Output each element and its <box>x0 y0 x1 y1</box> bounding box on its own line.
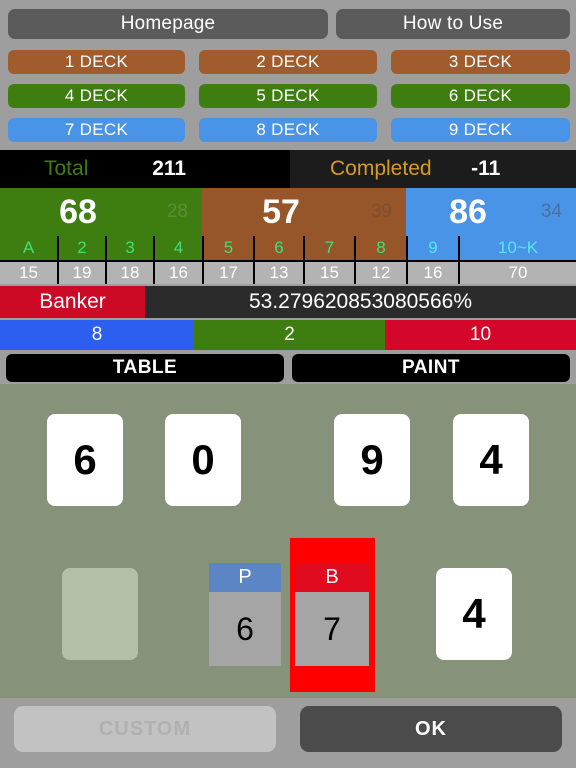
player-hand-value: 6 <box>209 592 281 666</box>
deck-button-9-label: 9 DECK <box>448 120 513 139</box>
rank-count-strip: A 15 2 19 3 18 4 16 5 17 6 13 7 15 8 12 <box>0 236 576 284</box>
paint-button-label: PAINT <box>401 357 461 378</box>
mode-bar: TABLE PAINT <box>0 354 576 382</box>
rank-count-5: 17 <box>204 260 253 284</box>
how-to-use-button[interactable]: How to Use <box>336 9 570 39</box>
rank-count-2: 19 <box>59 260 105 284</box>
rank-label-9: 9 <box>408 236 458 260</box>
card-slot-row2-empty[interactable] <box>62 568 138 660</box>
banker-hand-selection-highlight[interactable]: B 7 <box>290 538 375 692</box>
rank-cell-ten-to-king[interactable]: 10~K 70 <box>458 236 576 284</box>
rank-count-ten-to-king: 70 <box>460 260 576 284</box>
rank-label-5: 5 <box>204 236 253 260</box>
deck-selector-grid: 1 DECK 2 DECK 3 DECK 4 DECK 5 DECK 6 DEC… <box>0 47 576 148</box>
group-counter-high-sub: 34 <box>540 201 562 222</box>
outcome-player-count[interactable]: 8 <box>0 320 194 350</box>
outcome-tie-count[interactable]: 2 <box>194 320 385 350</box>
outcome-banker-count[interactable]: 10 <box>385 320 576 350</box>
banker-tag: Banker <box>0 286 145 318</box>
deck-button-3[interactable]: 3 DECK <box>391 50 570 74</box>
rank-cell-9[interactable]: 9 16 <box>406 236 458 284</box>
deck-button-7[interactable]: 7 DECK <box>8 118 185 142</box>
rank-label-a: A <box>0 236 57 260</box>
rank-cell-a[interactable]: A 15 <box>0 236 57 284</box>
custom-button-label: CUSTOM <box>98 717 192 740</box>
ok-button[interactable]: OK <box>300 706 562 752</box>
rank-label-ten-to-king: 10~K <box>460 236 576 260</box>
deck-button-9[interactable]: 9 DECK <box>391 118 570 142</box>
rank-cell-7[interactable]: 7 15 <box>303 236 354 284</box>
rank-label-7: 7 <box>305 236 354 260</box>
rank-count-8: 12 <box>356 260 406 284</box>
rank-label-2: 2 <box>59 236 105 260</box>
deck-button-4-label: 4 DECK <box>64 86 129 105</box>
total-value: 211 <box>152 157 187 180</box>
rank-count-3: 18 <box>107 260 153 284</box>
ok-button-label: OK <box>415 717 447 740</box>
rank-cell-4[interactable]: 4 16 <box>153 236 202 284</box>
banker-hand-header: B <box>295 563 369 592</box>
deck-button-2[interactable]: 2 DECK <box>199 50 377 74</box>
banker-hand-value: 7 <box>295 592 369 666</box>
rank-count-4: 16 <box>155 260 202 284</box>
deck-button-1[interactable]: 1 DECK <box>8 50 185 74</box>
bottom-action-bar: CUSTOM OK <box>0 698 576 768</box>
rank-count-6: 13 <box>255 260 303 284</box>
outcome-bar: 8 2 10 <box>0 320 576 350</box>
rank-cell-5[interactable]: 5 17 <box>202 236 253 284</box>
table-button-label: TABLE <box>112 357 178 378</box>
deck-button-6-label: 6 DECK <box>448 86 513 105</box>
deck-button-7-label: 7 DECK <box>64 120 129 139</box>
rank-cell-8[interactable]: 8 12 <box>354 236 406 284</box>
rank-count-a: 15 <box>0 260 57 284</box>
group-counter-high[interactable]: 86 34 <box>406 188 576 236</box>
card-slot-row1-2[interactable]: 0 <box>165 414 241 506</box>
card-slot-row1-1[interactable]: 6 <box>47 414 123 506</box>
player-hand-panel[interactable]: P 6 <box>209 563 281 666</box>
rank-label-4: 4 <box>155 236 202 260</box>
custom-button[interactable]: CUSTOM <box>14 706 276 752</box>
deck-button-8[interactable]: 8 DECK <box>199 118 377 142</box>
top-navigation: Homepage How to Use <box>0 0 576 46</box>
rank-count-7: 15 <box>305 260 354 284</box>
homepage-button[interactable]: Homepage <box>8 9 328 39</box>
rank-label-6: 6 <box>255 236 303 260</box>
card-slot-row2-4[interactable]: 4 <box>436 568 512 660</box>
paint-button[interactable]: PAINT <box>292 354 570 382</box>
deck-button-5-label: 5 DECK <box>256 86 320 105</box>
player-hand-header: P <box>209 563 281 592</box>
banker-tag-label: Banker <box>39 290 106 313</box>
deck-button-3-label: 3 DECK <box>448 52 513 71</box>
rank-cell-6[interactable]: 6 13 <box>253 236 303 284</box>
total-panel: Total 211 <box>0 150 290 188</box>
deck-button-5[interactable]: 5 DECK <box>199 84 377 108</box>
deck-button-8-label: 8 DECK <box>256 120 320 139</box>
how-to-use-button-label: How to Use <box>402 13 504 34</box>
completed-value: -11 <box>471 157 501 180</box>
card-slot-row1-3[interactable]: 9 <box>334 414 410 506</box>
rank-label-3: 3 <box>107 236 153 260</box>
rank-cell-2[interactable]: 2 19 <box>57 236 105 284</box>
deck-button-4[interactable]: 4 DECK <box>8 84 185 108</box>
completed-panel: Completed -11 <box>290 150 576 188</box>
total-label: Total <box>44 157 89 180</box>
deck-button-2-label: 2 DECK <box>256 52 320 71</box>
group-counter-bar: 68 28 57 39 86 34 <box>0 188 576 236</box>
banker-probability-row: Banker 53.279620853080566% <box>0 286 576 318</box>
deck-button-6[interactable]: 6 DECK <box>391 84 570 108</box>
deck-button-1-label: 1 DECK <box>64 52 129 71</box>
rank-count-9: 16 <box>408 260 458 284</box>
homepage-button-label: Homepage <box>120 13 216 34</box>
completed-label: Completed <box>330 157 432 180</box>
summary-bar: Total 211 Completed -11 <box>0 150 576 188</box>
rank-label-8: 8 <box>356 236 406 260</box>
card-slot-row1-4[interactable]: 4 <box>453 414 529 506</box>
banker-hand-panel[interactable]: B 7 <box>295 563 369 666</box>
rank-cell-3[interactable]: 3 18 <box>105 236 153 284</box>
app-root: Homepage How to Use 1 DECK 2 DECK 3 DECK… <box>0 0 576 768</box>
table-button[interactable]: TABLE <box>6 354 284 382</box>
banker-percent-value: 53.279620853080566% <box>248 290 473 313</box>
